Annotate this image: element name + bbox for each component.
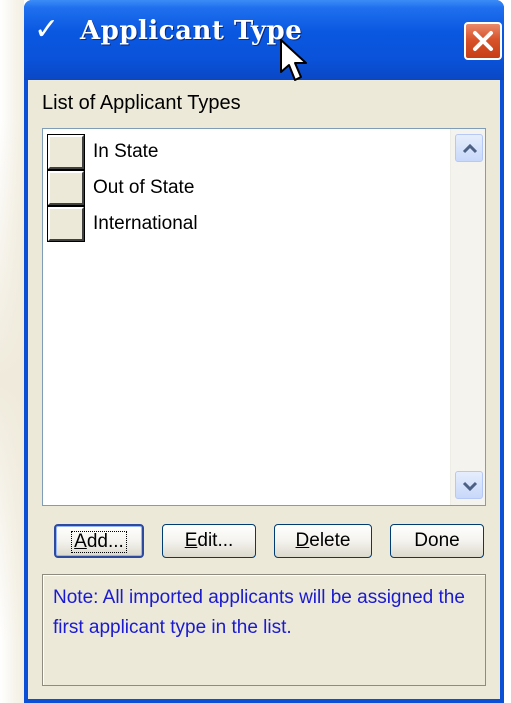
add-button[interactable]: Add... <box>54 524 144 558</box>
title-bar[interactable]: ✓ Applicant Type <box>24 0 504 80</box>
row-select-button[interactable] <box>47 170 85 206</box>
list-item-label: Out of State <box>93 177 195 198</box>
applicant-type-list[interactable]: In State Out of State International <box>42 128 486 506</box>
done-button[interactable]: Done <box>390 524 484 558</box>
row-select-button[interactable] <box>47 206 85 242</box>
scroll-up-button[interactable] <box>455 134 483 162</box>
row-select-button[interactable] <box>47 134 85 170</box>
delete-access-key: D <box>295 530 310 551</box>
list-label: List of Applicant Types <box>42 92 241 114</box>
desktop-background-shade <box>0 120 24 640</box>
done-button-label: Done <box>414 530 460 551</box>
checkmark-icon: ✓ <box>34 12 60 47</box>
edit-button[interactable]: Edit... <box>162 524 256 558</box>
mouse-pointer-icon <box>280 39 307 81</box>
add-access-key: A <box>74 531 87 552</box>
note-text: Note: All imported applicants will be as… <box>53 587 465 638</box>
window-title: Applicant Type <box>80 16 303 46</box>
applicant-type-dialog: ✓ Applicant Type List of Applicant Types… <box>24 0 504 703</box>
vertical-scrollbar[interactable] <box>450 129 485 505</box>
close-icon <box>473 31 493 51</box>
scroll-down-button[interactable] <box>455 471 483 499</box>
edit-access-key: E <box>184 530 198 551</box>
list-item[interactable]: In State <box>47 134 448 172</box>
list-item-label: International <box>93 213 198 234</box>
list-item[interactable]: International <box>47 206 448 244</box>
note-panel: Note: All imported applicants will be as… <box>42 574 486 686</box>
chevron-up-icon <box>462 143 478 154</box>
close-button[interactable] <box>464 22 502 60</box>
list-item[interactable]: Out of State <box>47 170 448 208</box>
delete-button[interactable]: Delete <box>274 524 372 558</box>
list-item-label: In State <box>93 141 159 162</box>
chevron-down-icon <box>462 481 478 492</box>
